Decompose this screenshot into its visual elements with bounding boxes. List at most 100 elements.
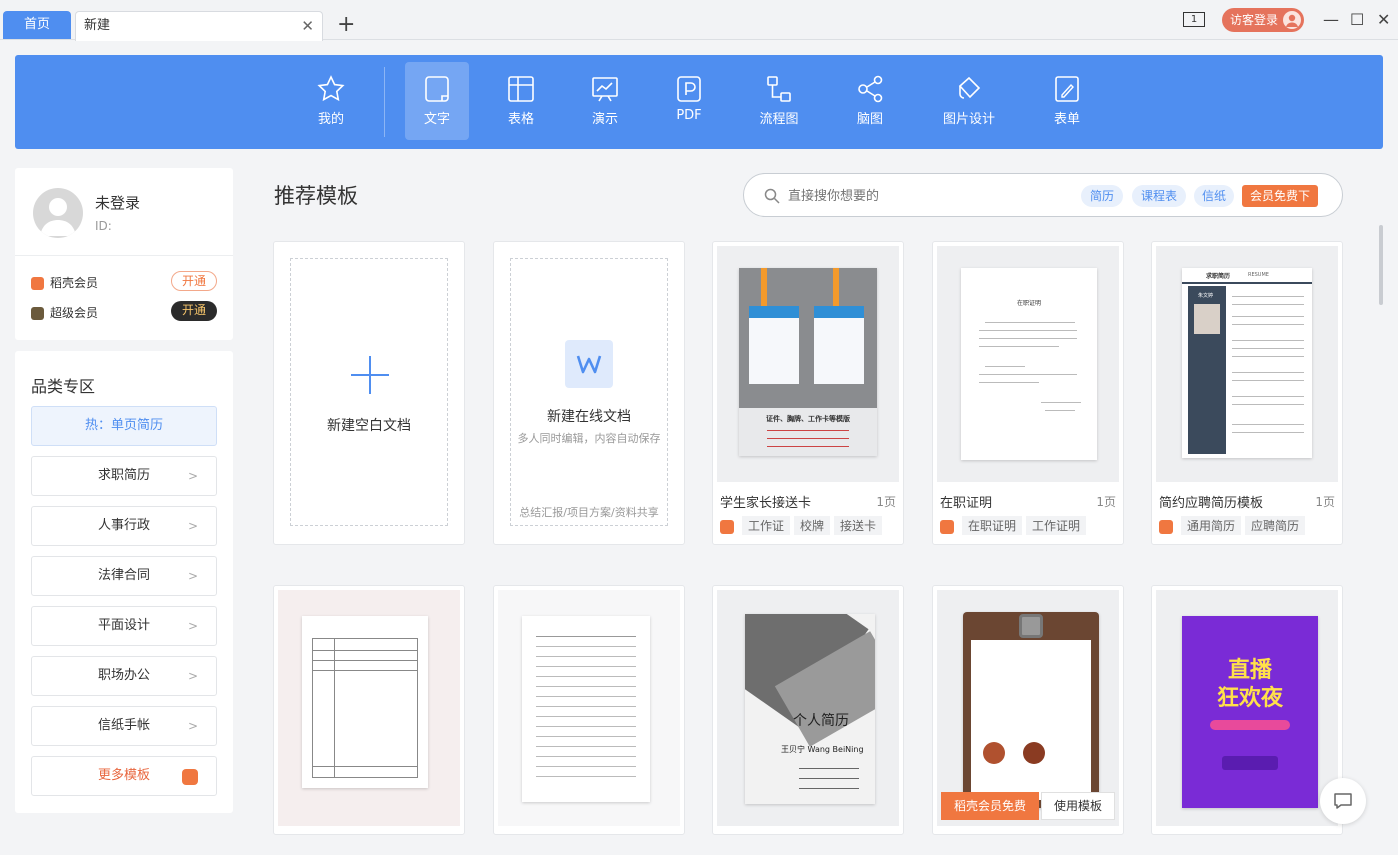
live-poster-preview: 直播 狂欢夜 [1182,616,1318,808]
user-id: ID: [95,219,112,233]
feedback-button[interactable] [1320,778,1366,824]
docer-logo-icon [720,519,734,534]
category-single-resume[interactable]: 热：单页简历 [31,406,217,446]
tag[interactable]: 工作证 [742,516,791,535]
tag[interactable]: 工作证明 [1026,516,1087,535]
resume-preview-title: 求职简历 [1206,273,1231,280]
guest-login-button[interactable]: 访客登录 [1222,8,1304,32]
tag[interactable]: 校牌 [794,516,831,535]
tab-new[interactable]: 新建 ✕ [75,11,323,41]
tool-pdf[interactable]: PDF [657,62,721,140]
live-poster-title-2: 狂欢夜 [1216,686,1283,711]
docer-logo-icon [182,769,198,785]
tag[interactable]: 接送卡 [834,516,883,535]
template-card[interactable] [493,585,685,835]
category-graphic-design[interactable]: 平面设计 > [31,606,217,646]
template-card[interactable]: 证件、胸牌、工作卡等模版 学生家长接送卡 1页 工作证 校牌 接送卡 [712,241,904,545]
tool-form[interactable]: 表单 [1035,62,1099,140]
category-hr-admin[interactable]: 人事行政 > [31,506,217,546]
lined-paper-preview [522,616,650,802]
tool-sheet[interactable]: 表格 [489,62,553,140]
tab-home[interactable]: 首页 [3,11,71,39]
presentation-icon [592,77,618,102]
template-card[interactable]: 稻壳会员免费 使用模板 [932,585,1124,835]
super-vip-open-button[interactable]: 开通 [171,301,217,321]
chevron-right-icon: > [187,669,198,683]
user-avatar[interactable] [33,188,83,238]
category-letter-notebook[interactable]: 信纸手帐 > [31,706,217,746]
menu-clipboard-preview [963,612,1099,808]
form-edit-icon [1055,76,1079,102]
tool-text[interactable]: 文字 [405,62,469,140]
docer-vip-free-badge[interactable]: 稻壳会员免费 [941,792,1039,820]
search-tag-schedule[interactable]: 课程表 [1132,185,1186,207]
maximize-icon[interactable]: ☐ [1350,10,1364,29]
scrollbar-thumb[interactable] [1379,225,1383,305]
user-name: 未登录 [95,194,141,212]
badge-preview-title: 证件、胸牌、工作卡等模版 [766,415,850,423]
template-card[interactable]: 直播 狂欢夜 [1151,585,1343,835]
personal-resume-preview: 个人简历 王贝宁 Wang BeiNing [745,614,875,804]
vip-super-label: 超级会员 [50,306,99,320]
window-close-icon[interactable]: ✕ [1377,10,1390,29]
super-vip-icon [31,307,44,320]
new-online-document-label: 新建在线文档 [547,409,631,425]
tool-mine[interactable]: 我的 [299,62,363,140]
tool-image-design[interactable]: 图片设计 [932,62,1006,140]
category-job-resume[interactable]: 求职简历 > [31,456,217,496]
add-tab-icon[interactable]: + [337,12,355,38]
tab-new-label: 新建 [84,18,111,33]
tag[interactable]: 在职证明 [962,516,1023,535]
search-tag-letter[interactable]: 信纸 [1194,185,1234,207]
tool-text-label: 文字 [423,112,450,127]
meeting-record-preview [302,616,428,788]
tool-image-design-label: 图片设计 [942,112,995,127]
paint-bucket-icon [958,76,981,99]
template-title: 在职证明 [940,496,993,511]
use-template-button[interactable]: 使用模板 [1041,792,1115,820]
tool-sheet-label: 表格 [507,112,534,127]
search-input[interactable] [788,184,1058,208]
category-label: 更多模板 [97,768,150,783]
template-card[interactable] [273,585,465,835]
vip-free-download-button[interactable]: 会员免费下 [1242,185,1318,207]
template-card[interactable]: 个人简历 王贝宁 Wang BeiNing [712,585,904,835]
dashed-frame [510,258,668,526]
window-count-icon[interactable]: 1 [1183,12,1205,27]
template-card[interactable]: 在职证明 在职证明 1页 在职证明 工作证明 [932,241,1124,545]
docer-vip-open-button[interactable]: 开通 [171,271,217,291]
vip-docer-row: 稻壳会员 [31,274,98,291]
tool-flowchart[interactable]: 流程图 [747,62,811,140]
tool-presentation[interactable]: 演示 [573,62,637,140]
category-office[interactable]: 职场办公 > [31,656,217,696]
category-legal-contract[interactable]: 法律合同 > [31,556,217,596]
new-blank-document-card[interactable]: 新建空白文档 [273,241,465,545]
chevron-right-icon: > [187,519,198,533]
tab-close-icon[interactable]: ✕ [301,12,314,40]
docer-vip-icon [31,277,44,290]
online-doc-icon [565,340,613,388]
plus-icon [351,356,389,394]
mindmap-icon [858,75,883,103]
chat-icon [1334,793,1352,809]
minimize-icon[interactable]: — [1323,10,1339,29]
toolbar-divider [384,67,385,137]
template-thumbnail [498,590,680,826]
tag[interactable]: 通用简历 [1181,516,1242,535]
tag[interactable]: 应聘简历 [1245,516,1306,535]
category-more-templates[interactable]: 更多模板 [31,756,217,796]
flowchart-icon [767,76,791,102]
resume-preview-en: RESUME [1248,272,1269,278]
pdf-icon [677,76,701,102]
resume-preview-name: 朱文婷 [1198,293,1214,299]
search-tag-resume[interactable]: 简历 [1081,185,1123,207]
template-card[interactable]: 求职简历 RESUME 朱文婷 简约应聘简历模板 1页 通用简历 应聘简历 [1151,241,1343,545]
avatar-icon [1283,11,1301,29]
tool-mindmap[interactable]: 脑图 [838,62,902,140]
template-pages: 1页 [1315,495,1335,509]
template-thumbnail [937,590,1119,826]
app-toolbar: 我的 文字 表格 演示 PDF 流程图 脑图 图片设计 表单 [15,55,1383,149]
badge-preview: 证件、胸牌、工作卡等模版 [739,268,877,456]
new-online-document-card[interactable]: 新建在线文档 多人同时编辑，内容自动保存 总结汇报/项目方案/资料共享 [493,241,685,545]
chevron-right-icon: > [187,719,198,733]
